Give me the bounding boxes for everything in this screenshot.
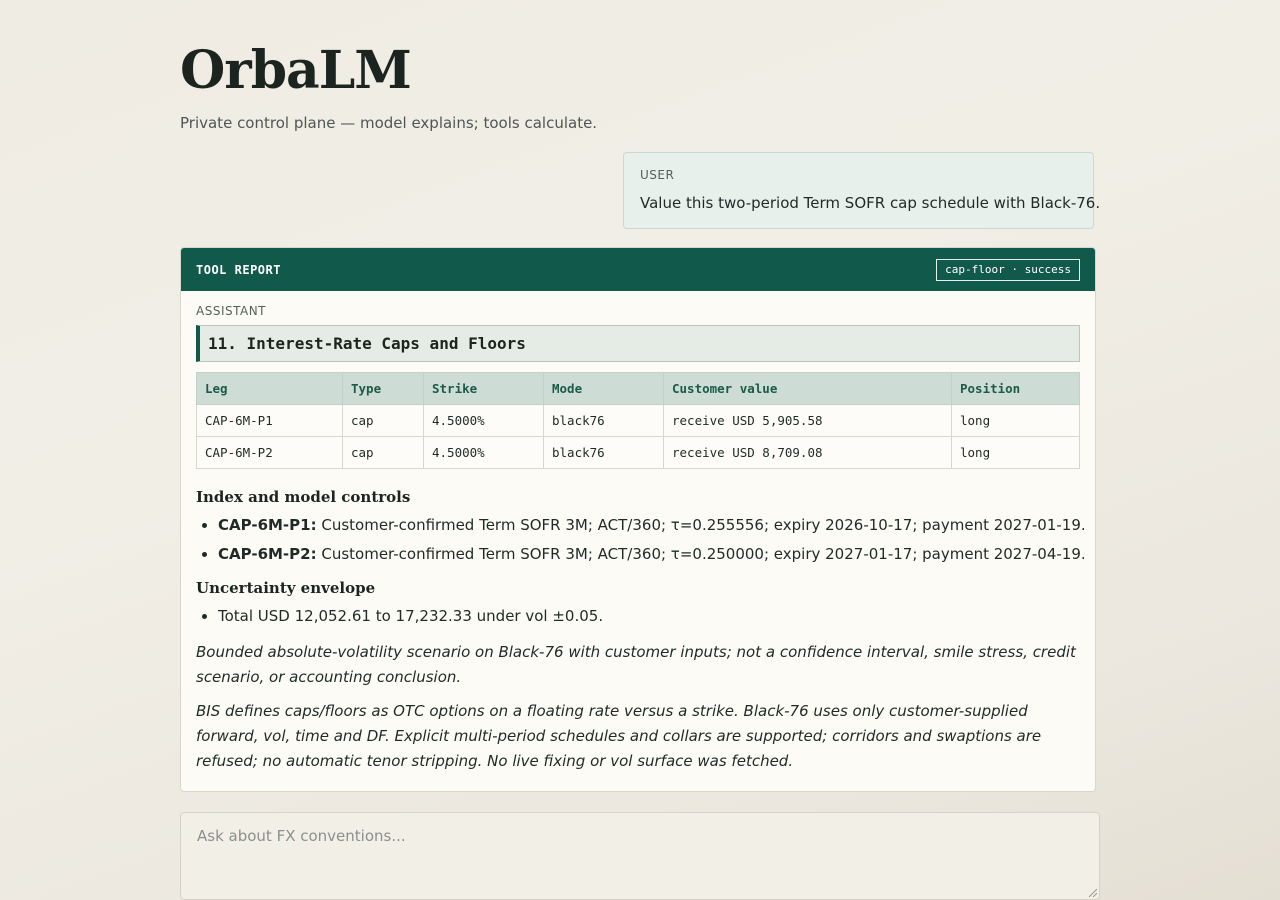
leg-key: CAP-6M-P1: [218,516,317,534]
user-role-label: USER [640,168,675,182]
cell-leg: CAP-6M-P1 [196,404,343,437]
cell-position: long [951,404,1080,437]
index-controls-heading: Index and model controls [196,488,411,506]
uncertainty-heading: Uncertainty envelope [196,579,376,597]
table-row: CAP-6M-P2 cap 4.5000% black76 receive US… [196,436,1080,469]
user-message-text: Value this two-period Term SOFR cap sche… [640,194,1101,212]
cell-type: cap [342,404,424,437]
leg-detail: Customer-confirmed Term SOFR 3M; ACT/360… [316,545,1086,563]
legs-table: Leg Type Strike Mode Customer value Posi… [196,372,1080,469]
leg-detail: Customer-confirmed Term SOFR 3M; ACT/360… [316,516,1086,534]
user-message-bubble: USER Value this two-period Term SOFR cap… [623,152,1101,229]
list-item: CAP-6M-P1: Customer-confirmed Term SOFR … [218,515,1086,535]
column-header-position: Position [951,372,1080,405]
scenario-note: Bounded absolute-volatility scenario on … [196,643,1076,686]
section-title: 11. Interest-Rate Caps and Floors [196,325,1080,362]
leg-key: CAP-6M-P2: [218,545,317,563]
cell-customer-value: receive USD 5,905.58 [663,404,952,437]
app-title: OrbaLM [180,40,412,101]
column-header-strike: Strike [423,372,544,405]
status-badge: cap-floor · success [936,258,1080,281]
cell-customer-value: receive USD 8,709.08 [663,436,952,469]
resize-handle-icon[interactable] [1088,888,1098,898]
app-subtitle: Private control plane — model explains; … [180,114,598,132]
list-item: Total USD 12,052.61 to 17,232.33 under v… [218,606,1080,626]
tool-report-card: TOOL REPORT cap-floor · success ASSISTAN… [180,247,1096,792]
uncertainty-list: Total USD 12,052.61 to 17,232.33 under v… [196,606,1080,626]
chat-input[interactable] [180,812,1100,900]
cell-mode: black76 [543,436,664,469]
column-header-type: Type [342,372,424,405]
list-item: CAP-6M-P2: Customer-confirmed Term SOFR … [218,544,1086,564]
methodology-note: BIS defines caps/floors as OTC options o… [196,702,1042,770]
cell-type: cap [342,436,424,469]
cell-leg: CAP-6M-P2 [196,436,343,469]
table-row: CAP-6M-P1 cap 4.5000% black76 receive US… [196,404,1080,437]
index-controls-list: CAP-6M-P1: Customer-confirmed Term SOFR … [196,515,1086,564]
tool-report-title: TOOL REPORT [196,262,281,277]
column-header-customer-value: Customer value [663,372,952,405]
column-header-leg: Leg [196,372,343,405]
table-header-row: Leg Type Strike Mode Customer value Posi… [196,372,1080,405]
cell-position: long [951,436,1080,469]
cell-strike: 4.5000% [423,436,544,469]
column-header-mode: Mode [543,372,664,405]
cell-mode: black76 [543,404,664,437]
tool-report-header: TOOL REPORT cap-floor · success [181,248,1095,291]
cell-strike: 4.5000% [423,404,544,437]
assistant-role-label: ASSISTANT [196,304,267,318]
tool-report-body: ASSISTANT 11. Interest-Rate Caps and Flo… [181,291,1095,774]
